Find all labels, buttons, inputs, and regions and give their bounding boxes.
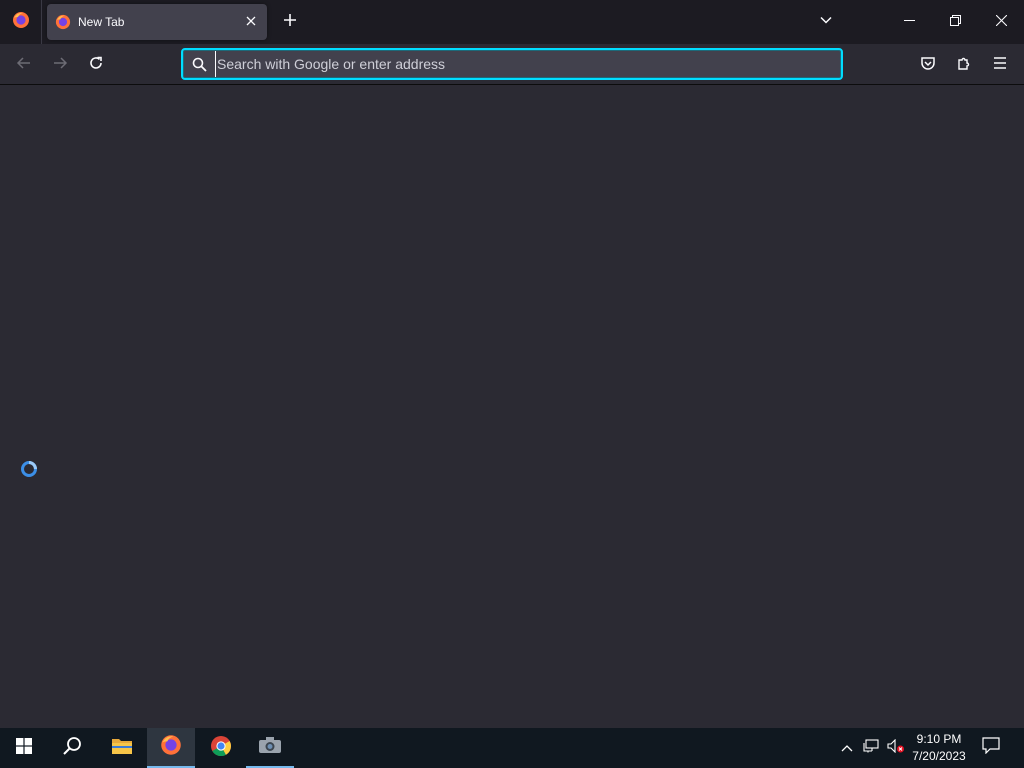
firefox-icon — [160, 734, 182, 761]
taskbar: 9:10 PM 7/20/2023 — [0, 728, 1024, 768]
camera-icon — [258, 736, 282, 759]
camera-taskbar-button[interactable] — [246, 728, 294, 768]
puzzle-icon — [956, 55, 972, 76]
address-input[interactable] — [215, 51, 841, 77]
pocket-button[interactable] — [913, 50, 943, 80]
minimize-button[interactable] — [886, 0, 932, 44]
busy-cursor-icon — [20, 460, 38, 478]
back-button[interactable] — [9, 50, 39, 80]
firefox-icon — [55, 14, 71, 30]
network-icon — [863, 738, 879, 758]
volume-muted-icon — [887, 738, 905, 758]
arrow-left-icon — [16, 55, 32, 76]
tab-strip: New Tab — [0, 0, 1024, 44]
close-icon — [995, 13, 1007, 31]
search-icon — [183, 50, 215, 78]
open-menu-button[interactable] — [985, 50, 1015, 80]
restore-button[interactable] — [932, 0, 978, 44]
firefox-view-button[interactable] — [0, 0, 42, 44]
address-bar[interactable] — [181, 48, 843, 80]
restore-icon — [949, 13, 961, 31]
volume-tray-button[interactable] — [884, 728, 908, 768]
clock-button[interactable]: 9:10 PM 7/20/2023 — [908, 728, 970, 768]
hamburger-icon — [993, 56, 1007, 74]
tab-title: New Tab — [78, 15, 125, 29]
chrome-icon — [210, 735, 232, 762]
minimize-icon — [903, 13, 915, 31]
network-tray-button[interactable] — [860, 728, 882, 768]
notification-icon — [982, 737, 1000, 759]
page-content — [0, 86, 1024, 728]
start-button[interactable] — [0, 728, 48, 768]
search-icon — [62, 736, 82, 761]
pocket-icon — [920, 55, 936, 76]
show-hidden-icons-button[interactable] — [836, 728, 858, 768]
chrome-taskbar-button[interactable] — [197, 728, 245, 768]
chevron-down-icon — [819, 13, 833, 32]
action-center-button[interactable] — [976, 728, 1006, 768]
reload-button[interactable] — [81, 50, 111, 80]
clock-time: 9:10 PM — [916, 732, 962, 746]
arrow-right-icon — [52, 55, 68, 76]
reload-icon — [88, 55, 104, 76]
file-explorer-button[interactable] — [98, 728, 146, 768]
windows-icon — [16, 737, 32, 759]
taskbar-search-button[interactable] — [48, 728, 96, 768]
firefox-taskbar-button[interactable] — [147, 728, 195, 768]
tab-new-tab[interactable]: New Tab — [47, 4, 267, 40]
chevron-up-icon — [841, 739, 853, 757]
new-tab-button[interactable] — [276, 8, 304, 36]
extensions-button[interactable] — [949, 50, 979, 80]
close-icon — [246, 13, 256, 31]
forward-button[interactable] — [45, 50, 75, 80]
firefox-icon — [12, 11, 30, 34]
clock-date: 7/20/2023 — [912, 749, 966, 763]
plus-icon — [283, 13, 297, 32]
navigation-toolbar — [0, 44, 1024, 85]
folder-icon — [111, 737, 133, 760]
list-all-tabs-button[interactable] — [812, 8, 840, 36]
close-tab-button[interactable] — [240, 11, 262, 33]
close-window-button[interactable] — [978, 0, 1024, 44]
